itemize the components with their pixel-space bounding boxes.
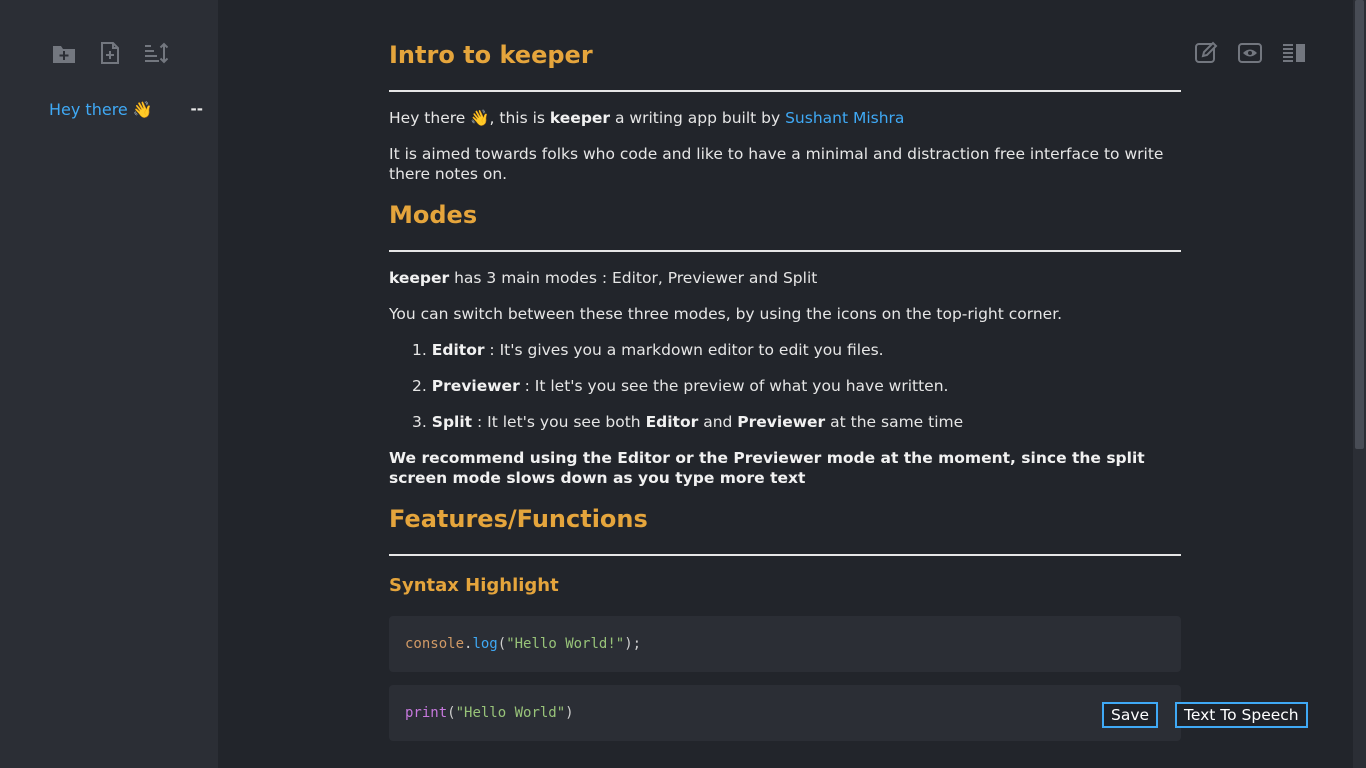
sidebar: Hey there 👋 --: [0, 0, 218, 768]
code-token: console: [405, 636, 465, 652]
mode-name: Previewer: [431, 377, 520, 395]
preview-mode-icon[interactable]: [1238, 40, 1262, 66]
note-item-hey-there[interactable]: Hey there 👋 --: [49, 97, 203, 121]
scrollbar-thumb[interactable]: [1355, 0, 1364, 449]
recommend-paragraph: We recommend using the Editor or the Pre…: [389, 449, 1145, 487]
preview-pane: Intro to keeper Hey there 👋, this is kee…: [389, 0, 1181, 768]
mode-ref-editor: Editor: [645, 413, 699, 431]
list-item: 3. Split : It let's you see both Editor a…: [389, 412, 1181, 432]
author-link[interactable]: Sushant Mishra: [785, 109, 904, 127]
intro-text-middle: a writing app built by: [610, 109, 786, 127]
sidebar-toolbar: [52, 40, 168, 66]
mode-switcher: [1194, 40, 1306, 66]
code-token: (: [447, 705, 456, 721]
code-token: );: [624, 636, 642, 652]
syntax-heading: Syntax Highlight: [389, 575, 559, 596]
modes-app-name: keeper: [389, 269, 450, 287]
list-number: 3.: [412, 413, 427, 431]
modes-text: has 3 main modes : Editor, Previewer and…: [449, 269, 818, 287]
switch-paragraph: You can switch between these three modes…: [389, 305, 1063, 323]
mode-desc-end: at the same time: [825, 413, 964, 431]
editor-mode-icon[interactable]: [1194, 40, 1218, 66]
code-token: ): [565, 705, 574, 721]
sort-icon[interactable]: [144, 40, 168, 66]
note-item-menu[interactable]: --: [191, 100, 203, 118]
mode-desc-and: and: [698, 413, 738, 431]
scrollbar[interactable]: [1353, 0, 1366, 768]
list-number: 2.: [412, 377, 427, 395]
code-block-py: print("Hello World"): [389, 685, 1181, 741]
text-to-speech-button[interactable]: Text To Speech: [1175, 702, 1308, 728]
features-heading: Features/Functions: [389, 504, 1181, 556]
intro-text: Hey there 👋, this is: [389, 109, 550, 127]
list-item: 1. Editor : It's gives you a markdown edi…: [389, 340, 1181, 360]
code-token: log: [472, 636, 498, 652]
mode-name: Split: [431, 413, 473, 431]
code-token: (: [497, 636, 507, 652]
note-item-title[interactable]: Hey there 👋: [49, 100, 153, 119]
list-number: 1.: [412, 341, 427, 359]
mode-desc: : It let's you see the preview of what y…: [519, 377, 949, 395]
mode-desc: : It's gives you a markdown editor to ed…: [484, 341, 884, 359]
intro-paragraph: Hey there 👋, this is keeper a writing ap…: [389, 108, 1181, 128]
code-token: "Hello World!": [506, 636, 625, 652]
modes-heading: Modes: [389, 200, 1181, 252]
new-folder-icon[interactable]: [52, 40, 76, 66]
code-block-js: console.log("Hello World!");: [389, 616, 1181, 672]
modes-list: 1. Editor : It's gives you a markdown edi…: [389, 340, 1181, 432]
list-item: 2. Previewer : It let's you see the previ…: [389, 376, 1181, 396]
new-file-icon[interactable]: [98, 40, 122, 66]
code-token: "Hello World": [455, 705, 566, 721]
app-name: keeper: [549, 109, 611, 127]
split-mode-icon[interactable]: [1282, 40, 1306, 66]
mode-ref-previewer: Previewer: [737, 413, 826, 431]
modes-paragraph: keeper has 3 main modes : Editor, Previe…: [389, 268, 1181, 288]
aim-paragraph: It is aimed towards folks who code and l…: [389, 145, 1164, 183]
mode-name: Editor: [431, 341, 485, 359]
code-token: print: [405, 705, 448, 721]
doc-title: Intro to keeper: [389, 40, 1181, 92]
save-button[interactable]: Save: [1102, 702, 1159, 728]
mode-desc: : It let's you see both: [472, 413, 646, 431]
